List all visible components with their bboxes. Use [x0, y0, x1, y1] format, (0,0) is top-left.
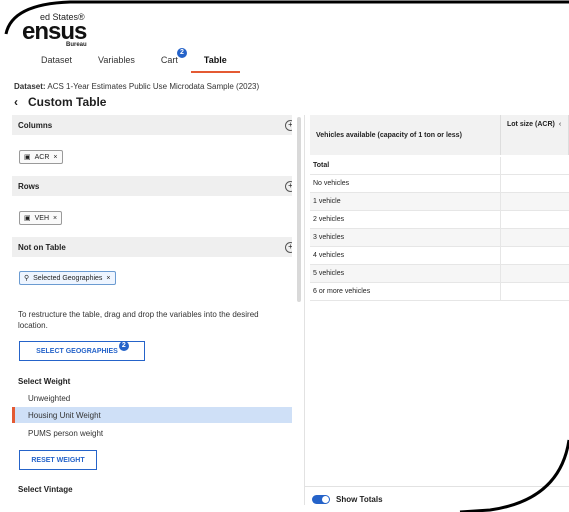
- row-label: No vehicles: [310, 175, 501, 192]
- columns-header: Columns +: [12, 115, 292, 135]
- row-label: 6 or more vehicles: [310, 283, 501, 300]
- reset-weight-button[interactable]: RESET WEIGHT: [19, 450, 97, 470]
- row-label: 5 vehicles: [310, 265, 501, 282]
- weight-label: Housing Unit Weight: [28, 410, 101, 420]
- left-panel-scrollbar[interactable]: [297, 117, 301, 302]
- tab-cart[interactable]: Cart 2: [148, 48, 191, 73]
- tab-dataset[interactable]: Dataset: [28, 52, 85, 73]
- tab-table[interactable]: Table: [190, 52, 240, 73]
- nav-tabs: Dataset Variables Cart 2 Table: [28, 48, 240, 73]
- not-on-table-header: Not on Table +: [12, 237, 292, 257]
- table-icon: ▣: [24, 154, 31, 161]
- census-logo[interactable]: ed States® ensus Bureau: [22, 8, 112, 48]
- add-not-on-table-icon[interactable]: +: [285, 241, 292, 253]
- page-title-text: Custom Table: [28, 95, 107, 109]
- tab-label: Dataset: [41, 55, 73, 65]
- table-row: 6 or more vehicles: [310, 283, 569, 301]
- tab-label: Table: [203, 55, 227, 65]
- weight-option-unweighted[interactable]: Unweighted: [12, 390, 292, 406]
- row-label: 3 vehicles: [310, 229, 501, 246]
- select-weight-title: Select Weight: [18, 377, 71, 386]
- results-table: Vehicles available (capacity of 1 ton or…: [310, 115, 569, 305]
- table-row: 4 vehicles: [310, 247, 569, 265]
- row-label: 4 vehicles: [310, 247, 501, 264]
- dataset-line: Dataset: ACS 1-Year Estimates Public Use…: [14, 82, 259, 91]
- dataset-label: Dataset:: [14, 82, 46, 91]
- app-window: ed States® ensus Bureau Dataset Variable…: [0, 0, 569, 512]
- geographies-count-badge: 2: [118, 341, 129, 351]
- weight-label: Unweighted: [28, 393, 71, 403]
- chip-label: Selected Geographies: [33, 274, 103, 282]
- row-chip-veh[interactable]: ▣ VEH ×: [19, 211, 63, 225]
- weight-label: PUMS person weight: [28, 428, 104, 438]
- not-on-table-label: Not on Table: [18, 242, 66, 252]
- table-icon: ▣: [24, 215, 31, 222]
- tab-label: Cart: [160, 55, 178, 65]
- show-totals-toggle[interactable]: [312, 495, 330, 504]
- select-vintage-title: Select Vintage: [18, 485, 73, 494]
- row-label: 1 vehicle: [310, 193, 501, 210]
- chip-label: ACR: [34, 153, 50, 161]
- weight-option-person[interactable]: PUMS person weight: [12, 425, 292, 441]
- remove-chip-icon[interactable]: ×: [106, 275, 110, 282]
- chip-label: VEH: [34, 214, 50, 222]
- tab-label: Variables: [98, 55, 135, 65]
- column-header-cell[interactable]: Lot size (ACR) ‹: [501, 115, 569, 155]
- chevron-left-icon[interactable]: ‹: [14, 95, 18, 109]
- remove-chip-icon[interactable]: ×: [53, 154, 57, 161]
- row-header-text: Vehicles available (capacity of 1 ton or…: [316, 131, 462, 139]
- table-row: Total: [310, 157, 569, 175]
- location-pin-icon: ⚲: [24, 275, 30, 282]
- row-label: Total: [310, 157, 501, 174]
- tab-variables[interactable]: Variables: [85, 52, 148, 73]
- row-header-cell: Vehicles available (capacity of 1 ton or…: [310, 115, 501, 155]
- table-row: 3 vehicles: [310, 229, 569, 247]
- add-row-icon[interactable]: +: [285, 180, 292, 192]
- table-row: 5 vehicles: [310, 265, 569, 283]
- button-label: RESET WEIGHT: [31, 456, 85, 464]
- show-totals-label: Show Totals: [336, 495, 383, 504]
- cart-count-badge: 2: [176, 48, 187, 58]
- row-label: 2 vehicles: [310, 211, 501, 228]
- column-chip-acr[interactable]: ▣ ACR ×: [19, 150, 63, 164]
- table-row: 2 vehicles: [310, 211, 569, 229]
- add-column-icon[interactable]: +: [285, 119, 292, 131]
- panel-divider: [304, 115, 305, 505]
- geography-chip[interactable]: ⚲ Selected Geographies ×: [19, 271, 116, 285]
- select-geographies-button[interactable]: SELECT GEOGRAPHIES 2: [19, 341, 145, 361]
- table-row: 1 vehicle: [310, 193, 569, 211]
- logo-line-3: Bureau: [66, 42, 87, 48]
- page-title: ‹ Custom Table: [14, 95, 106, 109]
- rows-header: Rows +: [12, 176, 292, 196]
- columns-label: Columns: [18, 120, 53, 130]
- table-footer: Show Totals: [304, 486, 569, 512]
- left-panel: Columns + ▣ ACR × Rows + ▣ VEH × Not on …: [12, 115, 292, 505]
- weight-option-housing-unit[interactable]: Housing Unit Weight: [12, 407, 292, 423]
- chevron-left-icon[interactable]: ‹: [559, 121, 561, 128]
- remove-chip-icon[interactable]: ×: [53, 215, 57, 222]
- help-text: To restructure the table, drag and drop …: [18, 310, 259, 330]
- dataset-value: ACS 1-Year Estimates Public Use Microdat…: [47, 82, 260, 91]
- column-header-text: Lot size (ACR): [507, 121, 555, 128]
- table-row: No vehicles: [310, 175, 569, 193]
- button-label: SELECT GEOGRAPHIES: [36, 347, 118, 355]
- rows-label: Rows: [18, 181, 40, 191]
